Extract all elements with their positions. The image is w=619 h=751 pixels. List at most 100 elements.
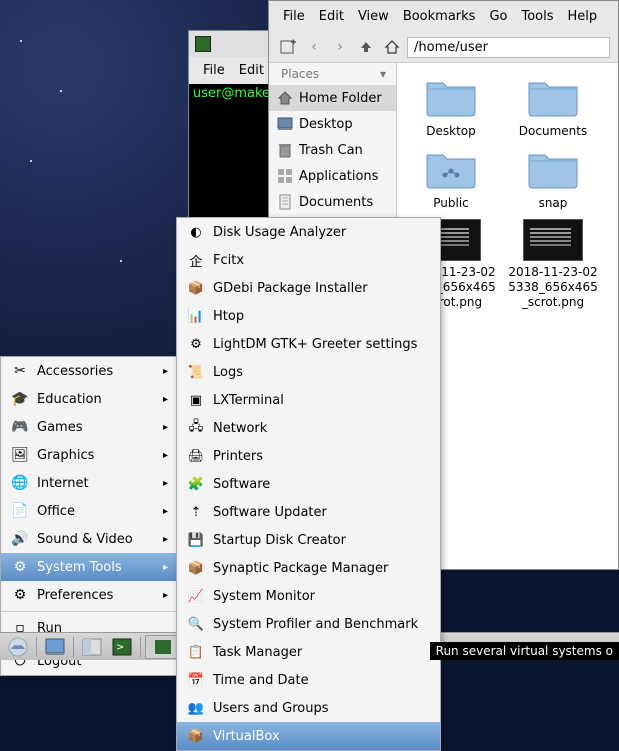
image-thumbnail-icon [523, 219, 583, 261]
app-icon: 📦 [187, 727, 205, 745]
svg-text:>: > [116, 642, 124, 653]
app-icon: ▣ [187, 391, 205, 409]
app-icon: 企 [187, 251, 205, 269]
screenshot-file-2[interactable]: 2018-11-23-025338_656x465_scrot.png [507, 219, 599, 310]
system-tools-submenu[interactable]: ◐Disk Usage Analyzer企Fcitx📦GDebi Package… [176, 217, 441, 751]
nav-home-button[interactable] [381, 36, 403, 58]
chevron-right-icon: ▸ [163, 506, 168, 517]
folder-documents[interactable]: Documents [507, 75, 599, 139]
menu-games[interactable]: 🎮Games▸ [1, 413, 176, 441]
start-button[interactable] [4, 635, 32, 659]
sidebar-home-folder[interactable]: Home Folder [269, 85, 396, 111]
submenu-item-label: System Profiler and Benchmark [213, 617, 418, 632]
app-icon: 🔍 [187, 615, 205, 633]
submenu-item-label: LightDM GTK+ Greeter settings [213, 337, 417, 352]
menu-office[interactable]: 📄Office▸ [1, 497, 176, 525]
menu-internet[interactable]: 🌐Internet▸ [1, 469, 176, 497]
systool-lxterminal[interactable]: ▣ LXTerminal [177, 386, 440, 414]
systool-logs[interactable]: 📜Logs [177, 358, 440, 386]
file-manager-toolbar: ‹ › /home/user [269, 32, 618, 63]
systool-htop[interactable]: 📊Htop [177, 302, 440, 330]
systool-fcitx[interactable]: 企Fcitx [177, 246, 440, 274]
chevron-right-icon: ▸ [163, 478, 168, 489]
systool-software[interactable]: 🧩Software [177, 470, 440, 498]
show-desktop-button[interactable] [41, 635, 69, 659]
places-header[interactable]: Places ▾ [269, 63, 396, 85]
systool-time-and-date[interactable]: 📅Time and Date [177, 666, 440, 694]
menu-accessories[interactable]: ✂Accessories▸ [1, 357, 176, 385]
folder-snap[interactable]: snap [507, 147, 599, 211]
submenu-item-label: Network [213, 421, 267, 436]
terminal-menu-file[interactable]: File [197, 61, 231, 80]
submenu-item-label: LXTerminal [213, 393, 284, 408]
menu-item-label: Sound & Video [37, 532, 133, 547]
nav-back-button[interactable]: ‹ [303, 36, 325, 58]
fm-menu-file[interactable]: File [277, 7, 311, 26]
fm-menu-view[interactable]: View [352, 7, 395, 26]
systool-lightdm-gtk-greeter-settings[interactable]: ⚙LightDM GTK+ Greeter settings [177, 330, 440, 358]
sidebar-trash[interactable]: Trash Can [269, 137, 396, 163]
nav-forward-button[interactable]: › [329, 36, 351, 58]
systool-network[interactable]: 🖧Network [177, 414, 440, 442]
fm-menu-edit[interactable]: Edit [313, 7, 350, 26]
systool-virtualbox[interactable]: 📦 VirtualBox [177, 722, 440, 750]
sidebar-item-label: Home Folder [299, 91, 382, 106]
submenu-item-label: System Monitor [213, 589, 315, 604]
systool-software-updater[interactable]: ⇡ Software Updater [177, 498, 440, 526]
menu-item-label: Graphics [37, 448, 94, 463]
menu-sound-video[interactable]: 🔊Sound & Video▸ [1, 525, 176, 553]
submenu-item-label: Software Updater [213, 505, 327, 520]
submenu-item-label: Startup Disk Creator [213, 533, 346, 548]
path-input[interactable]: /home/user [407, 37, 610, 58]
submenu-item-label: VirtualBox [213, 729, 280, 744]
file-manager-launcher[interactable] [78, 635, 106, 659]
terminal-launcher[interactable]: > [108, 635, 136, 659]
start-menu[interactable]: ✂Accessories▸🎓Education▸🎮Games▸🖼Graphics… [0, 356, 177, 676]
nav-up-button[interactable] [355, 36, 377, 58]
systool-disk-usage-analyzer[interactable]: ◐Disk Usage Analyzer [177, 218, 440, 246]
menu-graphics[interactable]: 🖼Graphics▸ [1, 441, 176, 469]
category-icon: 🎓 [11, 390, 29, 408]
category-icon: ⚙ [11, 558, 29, 576]
menu-item-label: System Tools [37, 560, 122, 575]
new-tab-button[interactable] [277, 36, 299, 58]
systool-gdebi-package-installer[interactable]: 📦GDebi Package Installer [177, 274, 440, 302]
fm-menu-tools[interactable]: Tools [515, 7, 559, 26]
menu-system-tools[interactable]: ⚙ System Tools ▸ [1, 553, 176, 581]
sidebar-desktop[interactable]: Desktop [269, 111, 396, 137]
fm-menu-go[interactable]: Go [483, 7, 513, 26]
systool-task-manager[interactable]: 📋Task Manager [177, 638, 440, 666]
chevron-right-icon: ▸ [163, 450, 168, 461]
app-icon: 👥 [187, 699, 205, 717]
category-icon: 🎮 [11, 418, 29, 436]
systool-startup-disk-creator[interactable]: 💾Startup Disk Creator [177, 526, 440, 554]
submenu-item-label: Logs [213, 365, 243, 380]
systool-synaptic-package-manager[interactable]: 📦Synaptic Package Manager [177, 554, 440, 582]
submenu-item-label: Disk Usage Analyzer [213, 225, 346, 240]
submenu-item-label: Htop [213, 309, 244, 324]
sidebar-applications[interactable]: Applications [269, 163, 396, 189]
systool-system-profiler-and-benchmark[interactable]: 🔍 System Profiler and Benchmark [177, 610, 440, 638]
app-icon: 📅 [187, 671, 205, 689]
chevron-right-icon: ▸ [163, 422, 168, 433]
menu-education[interactable]: 🎓Education▸ [1, 385, 176, 413]
folder-public[interactable]: Public [405, 147, 497, 211]
systool-printers[interactable]: 🖨Printers [177, 442, 440, 470]
file-manager-menubar: File Edit View Bookmarks Go Tools Help [269, 1, 618, 32]
folder-desktop[interactable]: Desktop [405, 75, 497, 139]
menu-item-label: Office [37, 504, 75, 519]
systool-system-monitor[interactable]: 📈System Monitor [177, 582, 440, 610]
chevron-right-icon: ▸ [163, 366, 168, 377]
submenu-item-label: GDebi Package Installer [213, 281, 368, 296]
fm-menu-help[interactable]: Help [562, 7, 604, 26]
chevron-right-icon: ▸ [163, 562, 168, 573]
app-icon: 🖨 [187, 447, 205, 465]
app-icon: 📦 [187, 559, 205, 577]
menu-preferences[interactable]: ⚙Preferences▸ [1, 581, 176, 609]
category-icon: 🔊 [11, 530, 29, 548]
terminal-menu-edit[interactable]: Edit [233, 61, 270, 80]
fm-menu-bookmarks[interactable]: Bookmarks [397, 7, 482, 26]
app-icon: ⇡ [187, 503, 205, 521]
systool-users-and-groups[interactable]: 👥Users and Groups [177, 694, 440, 722]
sidebar-documents[interactable]: Documents [269, 189, 396, 215]
